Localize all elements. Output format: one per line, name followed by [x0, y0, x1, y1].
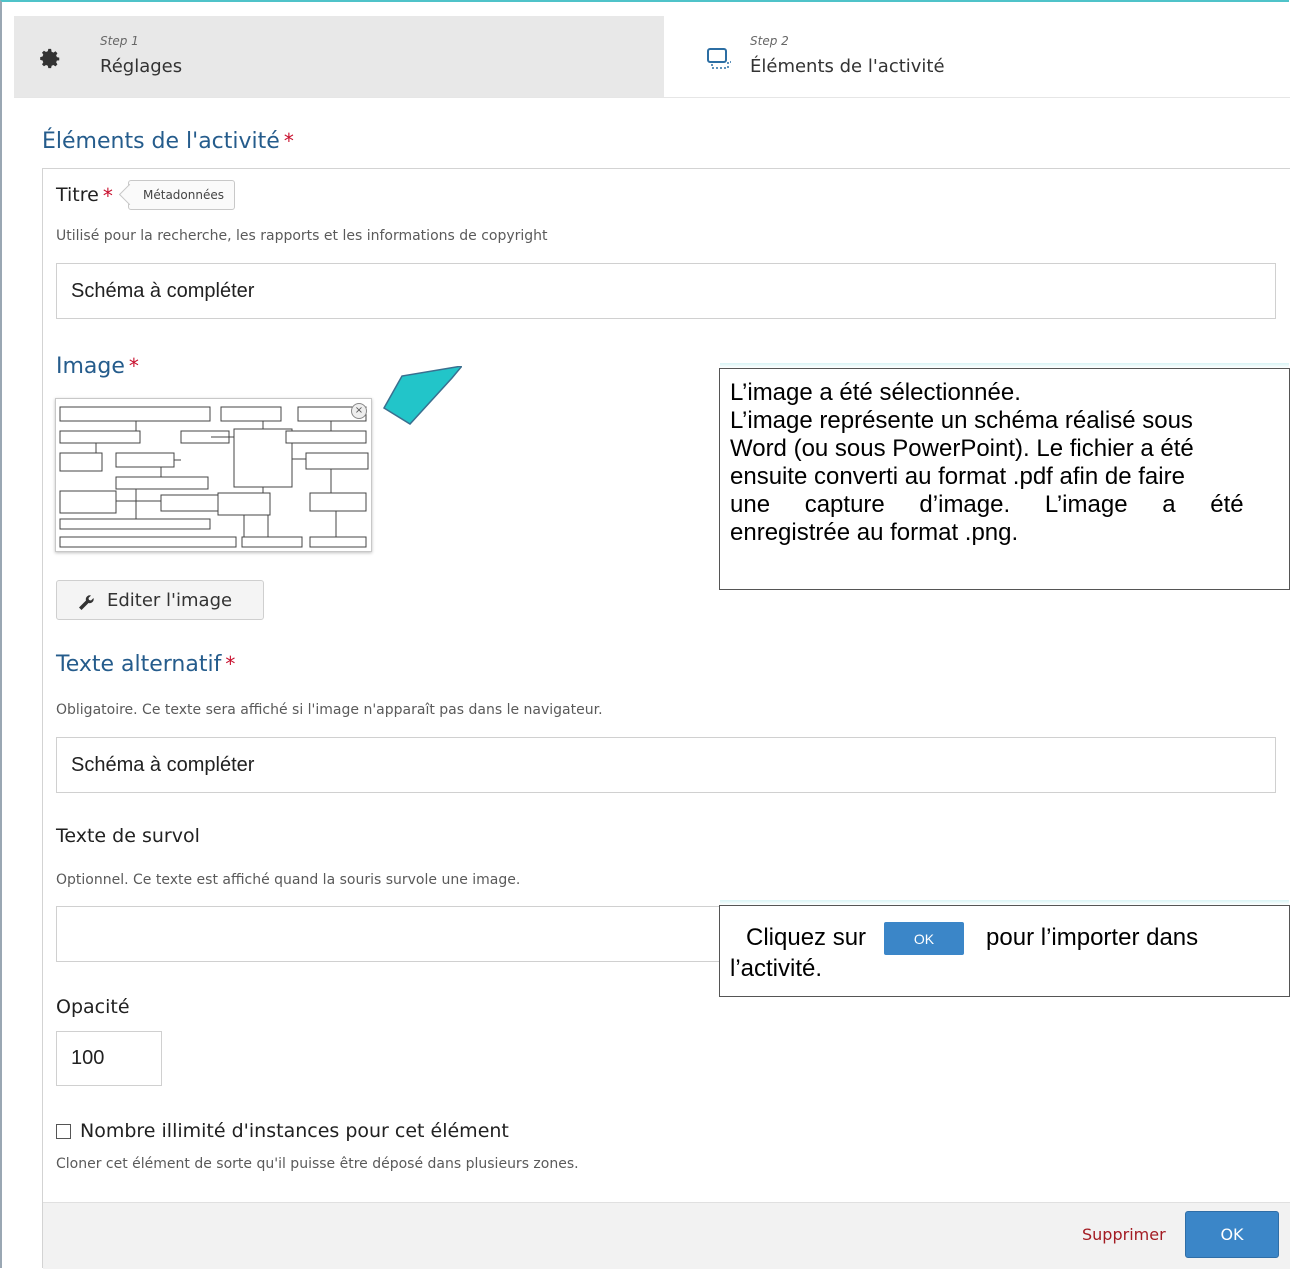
- diagram-thumbnail-preview: [59, 406, 369, 548]
- callout-top-shade: [720, 900, 1289, 905]
- hover-text-label: Texte de survol: [56, 825, 200, 847]
- callout-image-info: L’image a été sélectionnée. L’image repr…: [719, 363, 1290, 590]
- callout-line: L’image a été sélectionnée.: [730, 379, 1021, 406]
- step1-number: Step 1: [100, 34, 139, 48]
- callout-line: une capture d’image. L’image a été: [730, 491, 1244, 518]
- titre-input[interactable]: Schéma à compléter: [56, 263, 1276, 319]
- titre-label: Titre *: [56, 184, 113, 208]
- unlimited-instances-label: Nombre illimité d'instances pour cet élé…: [80, 1120, 509, 1142]
- section-heading: Éléments de l'activité *: [42, 129, 294, 154]
- pointer-arrow-icon: [382, 366, 462, 425]
- callout-top-shade: [720, 363, 1289, 368]
- image-label: Image *: [56, 354, 139, 379]
- callout-line: l’activité.: [730, 955, 823, 982]
- step-reglages[interactable]: Step 1 Réglages: [14, 16, 664, 97]
- screen-select-icon: [707, 48, 731, 69]
- callout-line: enregistrée au format .png.: [730, 519, 1019, 546]
- image-label-text: Image: [56, 354, 125, 379]
- required-star: *: [102, 184, 113, 208]
- callout-text: Cliquez sur: [746, 923, 867, 951]
- wrench-icon: [79, 595, 94, 610]
- opacity-input[interactable]: 100: [56, 1031, 162, 1086]
- callout-text: pour l’importer dans: [986, 923, 1199, 951]
- metadata-button[interactable]: Métadonnées: [128, 180, 235, 210]
- callout-instruction: Cliquez sur OK pour l’importer dans: [746, 922, 1289, 955]
- alt-text-label-text: Texte alternatif: [56, 652, 222, 677]
- hover-text-description: Optionnel. Ce texte est affiché quand la…: [56, 872, 521, 888]
- alt-text-label: Texte alternatif *: [56, 652, 235, 677]
- required-star: *: [283, 129, 294, 153]
- alt-text-input[interactable]: Schéma à compléter: [56, 737, 1276, 793]
- step2-number: Step 2: [750, 34, 789, 48]
- required-star: *: [128, 354, 139, 378]
- callout-line: L’image représente un schéma réalisé sou…: [730, 407, 1193, 434]
- callout-click-ok: Cliquez sur OK pour l’importer dans l’acti…: [719, 900, 1290, 997]
- unlimited-instances-description: Cloner cet élément de sorte qu'il puisse…: [56, 1156, 579, 1172]
- required-star: *: [225, 652, 236, 676]
- image-thumbnail[interactable]: ×: [55, 398, 372, 552]
- delete-button[interactable]: Supprimer: [1082, 1225, 1166, 1244]
- edit-image-button[interactable]: Editer l'image: [56, 580, 264, 620]
- metadata-button-label: Métadonnées: [143, 188, 224, 202]
- step2-label: Éléments de l'activité: [750, 56, 945, 77]
- ok-button[interactable]: OK: [1185, 1211, 1279, 1258]
- callout-line: ensuite converti au format .pdf afin de …: [730, 463, 1185, 490]
- ok-button-illustration: OK: [884, 922, 965, 955]
- edit-image-label: Editer l'image: [107, 589, 233, 611]
- unlimited-instances-checkbox[interactable]: [56, 1124, 71, 1139]
- element-form: [42, 168, 1290, 1268]
- gear-icon: [40, 48, 60, 69]
- step-elements[interactable]: Step 2 Éléments de l'activité: [664, 16, 1290, 97]
- remove-image-icon[interactable]: ×: [351, 403, 367, 419]
- section-heading-text: Éléments de l'activité: [42, 129, 280, 154]
- step1-label: Réglages: [100, 56, 183, 77]
- opacity-label: Opacité: [56, 996, 130, 1018]
- callout-line: Word (ou sous PowerPoint). Le fichier a …: [730, 435, 1194, 462]
- titre-label-text: Titre: [56, 184, 99, 206]
- titre-description: Utilisé pour la recherche, les rapports …: [56, 228, 548, 244]
- wizard-steps: Step 1 Réglages Step 2 Éléments de l'act…: [14, 16, 1290, 98]
- alt-text-description: Obligatoire. Ce texte sera affiché si l'…: [56, 702, 603, 718]
